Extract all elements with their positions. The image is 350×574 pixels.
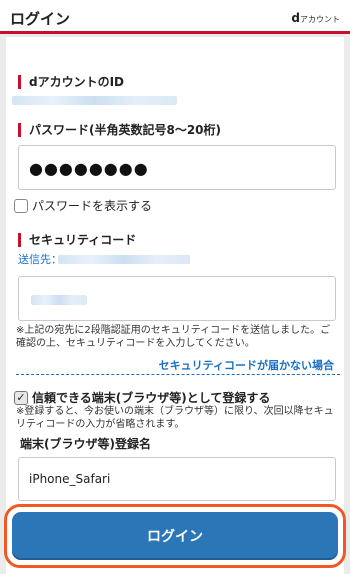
masked-destination-value [58,255,190,264]
link-divider [16,374,340,375]
page-title: ログイン [10,10,71,28]
masked-id-value [12,96,177,105]
brand-logo-text: アカウント [300,15,340,24]
register-device-toggle[interactable]: ✓ 信頼できる端末(ブラウザ等)として登録する [14,389,270,406]
device-name-input[interactable]: iPhone_Safari [18,457,336,501]
brand-logo: dアカウント [291,11,340,25]
page-header: ログイン dアカウント [0,0,350,34]
register-device-note: ※登録すると、今お使いの端末（ブラウザ等）に限り、次回以降セキュリティコードの入… [16,406,334,430]
device-name-value: iPhone_Safari [29,472,111,486]
show-password-toggle[interactable]: パスワードを表示する [14,197,152,214]
device-name-label: 端末(ブラウザ等)登録名 [20,437,151,451]
password-label: パスワード(半角英数記号8〜20桁) [18,123,221,137]
security-code-help-link[interactable]: セキュリティコードが届かない場合 [159,357,334,373]
security-code-label: セキュリティコード [18,233,136,247]
id-label: dアカウントのID [18,75,124,89]
security-code-note: ※上記の宛先に2段階認証用のセキュリティコードを送信しました。ご確認の上、セキュ… [16,325,331,349]
login-button[interactable]: ログイン [12,512,338,560]
show-password-label: パスワードを表示する [32,199,153,213]
password-value: ●●●●●●●● [29,159,149,178]
security-code-input[interactable] [18,276,336,321]
password-input[interactable]: ●●●●●●●● [18,145,336,190]
brand-logo-d: d [291,11,300,25]
login-form: dアカウントのID パスワード(半角英数記号8〜20桁) ●●●●●●●● パス… [6,37,344,574]
register-device-checkbox[interactable]: ✓ [14,390,28,405]
destination-label: 送信先： [18,253,62,266]
masked-security-code [31,295,87,305]
register-device-label: 信頼できる端末(ブラウザ等)として登録する [32,391,271,405]
show-password-checkbox[interactable] [14,198,28,213]
